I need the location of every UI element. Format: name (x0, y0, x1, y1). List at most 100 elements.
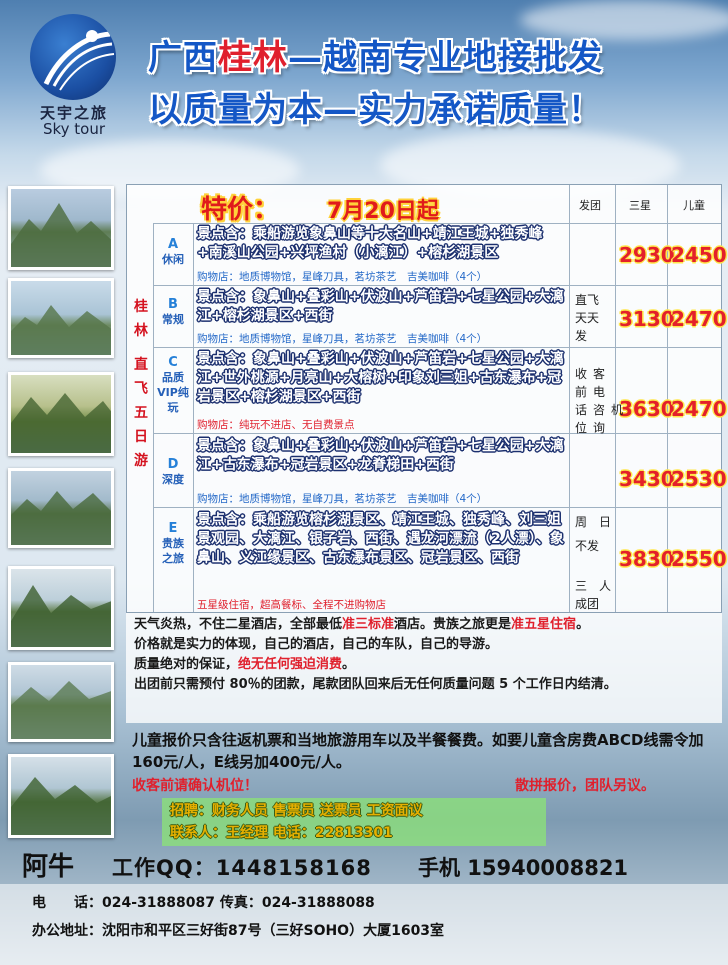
contact-mobile: 手机 15940008821 (418, 856, 629, 880)
price-child: 2530 (671, 467, 727, 491)
route-label-c: C 品质VIP纯玩 (154, 355, 192, 415)
region-label: 桂 林 直 飞 五 日 游 (131, 295, 151, 473)
route-name: 贵族之旅 (162, 537, 184, 565)
column-header-child: 儿童 (683, 199, 705, 212)
headline-part: —越南专业地接批发 (288, 38, 603, 78)
scenery-photo (8, 186, 114, 270)
headline-part: 广西 (148, 38, 218, 78)
departure-text: 电 (593, 385, 606, 399)
region-char: 林 (134, 323, 148, 339)
price-child: 2550 (671, 547, 727, 571)
departure-text: 三 人 (575, 579, 612, 593)
note-text: 酒店。贵族之旅更是 (394, 617, 512, 632)
route-code: C (168, 355, 178, 370)
route-spots: 景点含：乘船游览榕杉湖景区、靖江王城、独秀峰、刘三姐景观园、大漓江、银子岩、西街… (197, 512, 564, 566)
mountain-icon (11, 681, 111, 739)
departure-text: 发 (575, 329, 588, 343)
mountain-icon (11, 585, 111, 647)
table-divider (153, 433, 721, 434)
headline-secondary: 以质量为本—实力承诺质量！ (148, 90, 603, 130)
route-shops: 购物店：纯玩不进店、无自费景点 (197, 419, 355, 431)
headline-primary: 广西桂林—越南专业地接批发 (148, 30, 603, 79)
price-three-star: 3630 (619, 397, 675, 421)
route-spots: 景点含：象鼻山+叠彩山+伏波山+芦笛岩+七星公园+大漓江+古东瀑布+冠岩景区+龙… (197, 438, 564, 473)
recruitment-positions: 招聘：财务人员 售票员 送票员 工资面议 (170, 803, 423, 819)
departure-weekly: 周 日 不发 三 人 成团 (575, 513, 615, 613)
region-char: 日 (134, 429, 148, 445)
group-price-note: 散拼报价，团队另议。 (515, 778, 655, 794)
route-spots: 景点含：象鼻山+叠彩山+伏波山+芦笛岩+七星公园+大漓江+世外桃源+月亮山+大榕… (197, 351, 564, 405)
region-char: 五 (134, 405, 148, 421)
region-char: 直 (134, 357, 148, 373)
region-char: 游 (134, 453, 148, 469)
scenery-photo (8, 468, 114, 548)
note-line: 质量绝对的保证，绝无任何强迫消费。 (134, 655, 714, 675)
route-code: B (168, 297, 178, 312)
confirm-seat-note: 收客前请确认机位！ (132, 778, 258, 794)
departure-text: 收 (575, 367, 588, 381)
child-price-note: 儿童报价只含往返机票和当地旅游用车以及半餐餐费。如要儿童含房费ABCD线需令加1… (132, 731, 704, 771)
departure-text: 天天 (575, 311, 600, 325)
departure-text: 客 (593, 367, 606, 381)
logo: 天宇之旅 Sky tour (18, 14, 128, 138)
route-label-b: B 常规 (154, 297, 192, 327)
region-char: 桂 (134, 299, 148, 315)
note-highlight: 准五星住宿 (511, 617, 577, 632)
price-three-star: 2930 (619, 243, 675, 267)
scenery-photo (8, 566, 114, 650)
logo-english-name: Sky tour (42, 120, 106, 138)
price-three-star: 3830 (619, 547, 675, 571)
pricing-table: 特价： 7月20日起 发团 三星 儿童 桂 林 直 飞 五 日 游 A 休闲 景… (126, 184, 727, 613)
note-highlight: 准三标准 (342, 617, 395, 632)
departure-text: 机 (611, 403, 624, 417)
route-name: 深度 (162, 473, 184, 486)
note-text: 。 (576, 617, 590, 632)
recruitment-box: 招聘：财务人员 售票员 送票员 工资面议 联系人：王经理 电话：22813301 (162, 798, 546, 846)
route-shops: 五星级住宿，超高餐标、全程不进购物店 (197, 599, 386, 611)
departure-text: 前 (575, 385, 588, 399)
logo-emblem (30, 14, 116, 100)
route-label-a: A 休闲 (154, 237, 192, 267)
mountain-icon (11, 491, 111, 545)
scenery-photo (8, 278, 114, 358)
note-line: 天气炎热，不住二星酒店，全部最低准三标准酒店。贵族之旅更是准五星住宿。 (134, 615, 714, 635)
column-header-departure: 发团 (579, 199, 601, 212)
route-label-d: D 深度 (154, 457, 192, 487)
mountain-icon (11, 393, 111, 453)
departure-text: 位 (575, 421, 588, 435)
departure-daily: 直飞 天天 发 (575, 291, 615, 345)
departure-text: 直飞 (575, 293, 600, 307)
note-text: 天气炎热，不住二星酒店，全部最低 (134, 617, 343, 632)
note-highlight: 绝无任何强迫消费 (238, 657, 343, 672)
route-code: A (167, 237, 179, 252)
region-char: 飞 (134, 381, 148, 397)
logo-swoosh-icon (43, 30, 115, 91)
recruitment-contact: 联系人：王经理 电话：22813301 (170, 825, 393, 841)
note-line: 价格就是实力的体现，自己的酒店，自己的车队，自己的导游。 (134, 637, 499, 652)
scenery-photo (8, 754, 114, 838)
note-text: 。 (342, 657, 356, 672)
contact-qq: 工作QQ：1448158168 (112, 856, 372, 880)
route-label-e: E 贵族之旅 (154, 521, 192, 566)
price-child: 2470 (671, 307, 727, 331)
headline-highlight: 桂林 (218, 38, 288, 78)
route-code: E (168, 521, 178, 536)
departure-call-columns: 收 前 话 位 客 电 咨 询 机 (575, 365, 623, 437)
route-shops: 购物店：地质博物馆，星峰刀具，茗坊茶艺 吉美咖啡（4个） (197, 493, 488, 505)
route-name: 休闲 (162, 253, 184, 266)
departure-call-right: 机 (611, 365, 623, 437)
route-shops: 购物店：地质博物馆，星峰刀具，茗坊茶艺 吉美咖啡（4个） (197, 271, 488, 283)
column-header-three-star: 三星 (629, 199, 651, 212)
price-child: 2450 (671, 243, 727, 267)
special-price-title: 特价： (201, 195, 280, 225)
departure-call-right: 客 电 咨 询 (593, 365, 605, 437)
phone-fax-line: 电 话：024-31888087 传真：024-31888088 (32, 895, 375, 911)
mountain-icon (11, 777, 111, 835)
price-three-star: 3130 (619, 307, 675, 331)
route-name: 品质VIP纯玩 (157, 371, 189, 414)
note-text: 质量绝对的保证， (134, 657, 239, 672)
departure-call-left: 收 前 话 位 (575, 365, 587, 437)
contact-name: 阿牛 (22, 852, 75, 882)
scenery-photo (8, 662, 114, 742)
notes-panel: 天气炎热，不住二星酒店，全部最低准三标准酒店。贵族之旅更是准五星住宿。 价格就是… (126, 613, 722, 723)
